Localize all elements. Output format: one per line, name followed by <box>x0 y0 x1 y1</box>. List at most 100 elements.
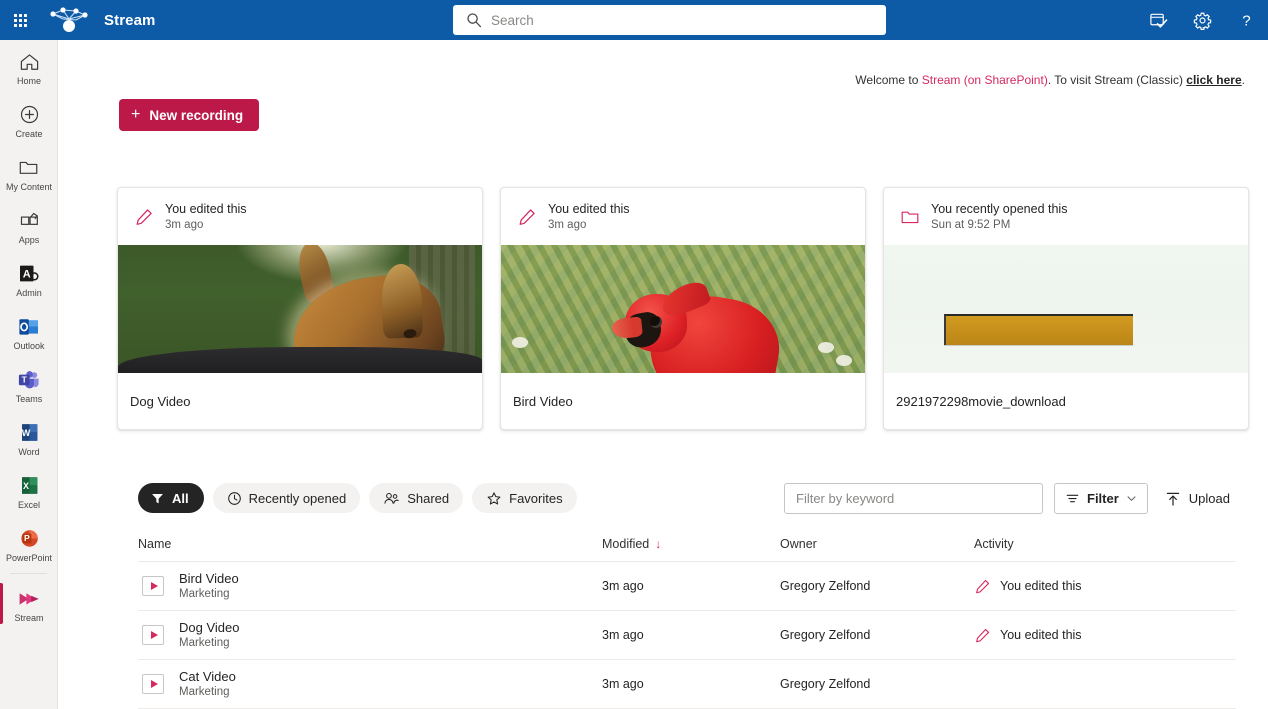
upload-button[interactable]: Upload <box>1159 483 1236 514</box>
chevron-down-icon <box>1127 496 1136 502</box>
folder-icon <box>18 157 40 179</box>
upload-arrow-icon <box>1166 492 1179 506</box>
sidebar-item-label: My Content <box>5 181 53 192</box>
card-thumbnail-dog[interactable] <box>118 245 482 373</box>
sidebar-item-label: Stream <box>14 612 44 623</box>
play-triangle <box>150 582 158 590</box>
card-footer: Bird Video <box>501 373 865 429</box>
column-header-activity[interactable]: Activity <box>974 537 1236 551</box>
table-row[interactable]: Dog Video Marketing 3m ago Gregory Zelfo… <box>138 611 1236 660</box>
sidebar-item-apps[interactable]: Apps <box>0 199 57 252</box>
column-header-name-label: Name <box>138 537 172 551</box>
dog-body-shape <box>118 347 482 373</box>
admin-icon: A <box>18 263 40 285</box>
sidebar-item-teams[interactable]: T Teams <box>0 358 57 411</box>
feedback-button[interactable] <box>1136 0 1180 40</box>
rail-divider <box>10 573 47 574</box>
folder-icon <box>901 211 919 223</box>
svg-text:X: X <box>22 481 28 491</box>
classic-stream-link[interactable]: click here <box>1186 73 1241 87</box>
toolbar-right-group: Filter Upload <box>784 483 1236 514</box>
settings-button[interactable] <box>1180 0 1224 40</box>
filter-button[interactable]: Filter <box>1054 483 1148 514</box>
sidebar-item-admin[interactable]: A Admin <box>0 252 57 305</box>
tab-shared[interactable]: Shared <box>369 483 464 513</box>
stream-logo-svg <box>50 7 88 32</box>
filter-lines-icon <box>1066 494 1079 503</box>
waffle-icon <box>13 13 27 27</box>
keyword-filter-input[interactable] <box>784 483 1043 514</box>
table-row[interactable]: Bird Video Marketing 3m ago Gregory Zelf… <box>138 562 1236 611</box>
clock-icon <box>227 491 241 505</box>
column-header-name[interactable]: Name <box>138 537 602 551</box>
row-modified: 3m ago <box>602 579 644 593</box>
teams-icon: T <box>18 369 40 391</box>
apps-icon <box>19 210 40 232</box>
recommended-card-movie-download[interactable]: You recently opened this Sun at 9:52 PM … <box>883 187 1249 430</box>
new-recording-button[interactable]: + New recording <box>119 99 260 131</box>
tab-all-label: All <box>172 490 189 506</box>
recommended-card-dog[interactable]: You edited this 3m ago Dog Video <box>117 187 483 430</box>
table-header-row: Name Modified ↓ Owner Activity <box>138 527 1236 562</box>
recommended-card-bird[interactable]: You edited this 3m ago Bird Video <box>500 187 866 430</box>
sidebar-item-label: Word <box>18 446 40 457</box>
column-header-modified-label: Modified <box>602 537 650 551</box>
stream-logo-icon[interactable] <box>40 0 98 40</box>
column-header-owner[interactable]: Owner <box>780 537 974 551</box>
table-row[interactable]: Cat Video Marketing 3m ago Gregory Zelfo… <box>138 660 1236 709</box>
content-toolbar: All Recently opened Shared Favorites Fil… <box>138 483 1236 517</box>
video-list-table: Name Modified ↓ Owner Activity Bird Video… <box>138 527 1236 709</box>
row-activity: You edited this <box>974 627 1236 644</box>
outlook-icon <box>18 316 40 338</box>
home-icon <box>19 51 40 73</box>
sidebar-item-word[interactable]: W Word <box>0 411 57 464</box>
powerpoint-icon: P <box>19 528 40 550</box>
help-icon: ? <box>1242 12 1250 29</box>
tab-favorites[interactable]: Favorites <box>472 483 577 513</box>
tab-all[interactable]: All <box>138 483 204 513</box>
row-activity-label: You edited this <box>1000 628 1082 642</box>
row-modified: 3m ago <box>602 628 644 642</box>
page-scrollbar[interactable] <box>1260 80 1268 709</box>
sidebar-item-excel[interactable]: X Excel <box>0 464 57 517</box>
search-container <box>453 5 886 35</box>
sidebar-item-powerpoint[interactable]: P PowerPoint <box>0 517 57 570</box>
svg-text:P: P <box>24 533 30 543</box>
flower-decor <box>835 355 852 367</box>
video-play-icon <box>142 625 164 645</box>
card-title: 2921972298movie_download <box>896 393 1066 409</box>
sidebar-item-home[interactable]: Home <box>0 40 57 93</box>
card-thumbnail-document[interactable] <box>884 245 1248 373</box>
card-header: You edited this 3m ago <box>118 188 482 245</box>
sidebar-item-my-content[interactable]: My Content <box>0 146 57 199</box>
sidebar-item-create[interactable]: Create <box>0 93 57 146</box>
svg-text:T: T <box>22 374 28 384</box>
card-thumbnail-bird[interactable] <box>501 245 865 373</box>
tab-recently-opened[interactable]: Recently opened <box>212 483 361 513</box>
column-header-modified[interactable]: Modified ↓ <box>602 537 780 551</box>
video-play-icon <box>142 674 164 694</box>
sidebar-item-outlook[interactable]: Outlook <box>0 305 57 358</box>
sidebar-item-label: Excel <box>17 499 40 510</box>
app-title: Stream <box>104 11 156 29</box>
tab-favorites-label: Favorites <box>509 490 563 506</box>
sidebar-item-label: Admin <box>16 287 42 298</box>
tab-recently-opened-label: Recently opened <box>248 490 347 506</box>
card-activity: You edited this <box>165 201 247 216</box>
app-launcher-button[interactable] <box>0 0 40 40</box>
card-header: You recently opened this Sun at 9:52 PM <box>884 188 1248 245</box>
sidebar-item-stream[interactable]: Stream <box>0 577 57 630</box>
row-owner: Gregory Zelfond <box>780 677 871 691</box>
main-content-area: Welcome to Stream (on SharePoint). To vi… <box>58 40 1268 709</box>
left-app-rail: Home Create My Content Apps A Admin Outl… <box>0 40 58 709</box>
card-activity: You edited this <box>548 201 630 216</box>
row-location: Marketing <box>179 685 230 698</box>
plus-circle-icon <box>19 104 40 126</box>
row-location: Marketing <box>179 587 230 600</box>
play-triangle <box>150 680 158 688</box>
card-header: You edited this 3m ago <box>501 188 865 245</box>
new-recording-label: New recording <box>149 107 244 123</box>
help-button[interactable]: ? <box>1224 0 1268 40</box>
search-input[interactable] <box>453 5 886 35</box>
word-icon: W <box>19 422 40 444</box>
